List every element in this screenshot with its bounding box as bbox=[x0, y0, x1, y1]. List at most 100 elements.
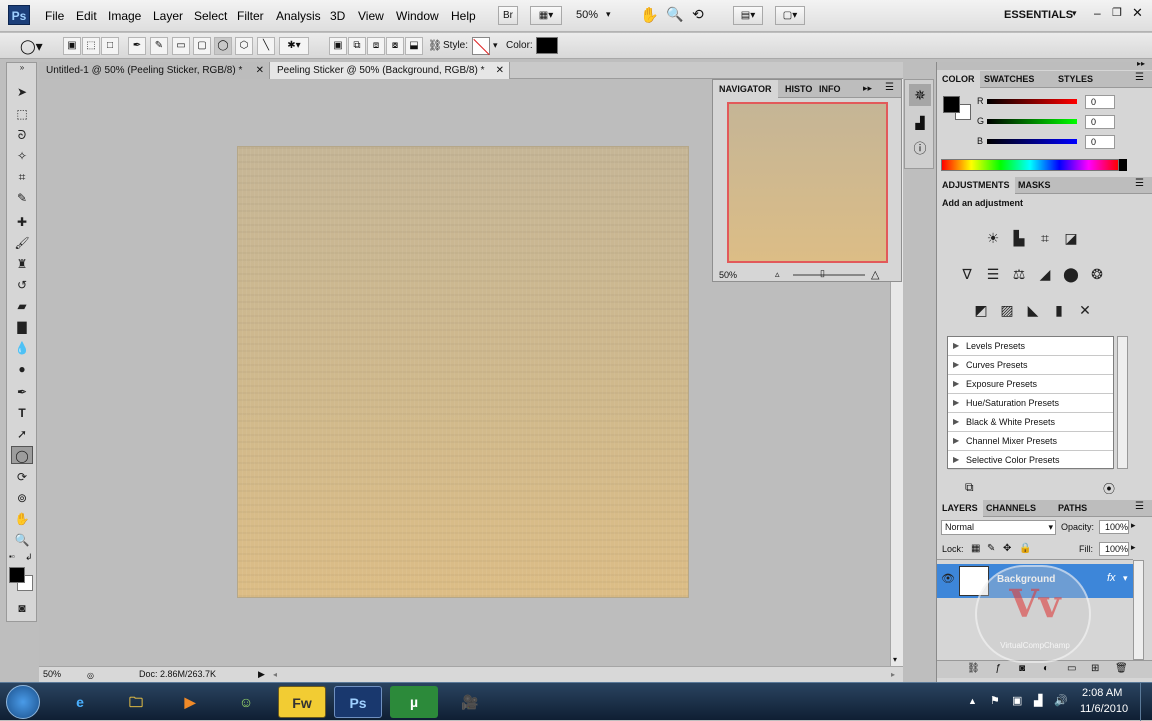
fill-pixels-button[interactable]: □ bbox=[101, 37, 119, 55]
lock-transparency-icon[interactable]: ▦ bbox=[971, 543, 980, 554]
quick-select-tool-icon[interactable]: ✧ bbox=[11, 147, 33, 165]
tray-expand-icon[interactable]: ▲ bbox=[968, 696, 977, 706]
tab-swatches[interactable]: SWATCHES bbox=[979, 71, 1039, 88]
tab-styles[interactable]: STYLES bbox=[1053, 71, 1098, 88]
pen-tool-icon[interactable]: ✒ bbox=[11, 383, 33, 401]
layer-visibility-eye-icon[interactable]: 👁 bbox=[941, 572, 955, 585]
brush-tool-icon[interactable]: 🖌 bbox=[11, 234, 33, 252]
lasso-tool-icon[interactable]: ᘐ bbox=[11, 126, 33, 144]
move-tool-icon[interactable]: ➤ bbox=[11, 83, 33, 101]
zoom-out-small-icon[interactable]: ▵ bbox=[775, 269, 780, 280]
rotate-3d-tool-icon[interactable]: ⟳ bbox=[11, 468, 33, 486]
scroll-down-icon[interactable]: ▾ bbox=[893, 655, 897, 664]
g-value[interactable]: 0 bbox=[1085, 115, 1115, 129]
tab-close-icon[interactable]: ✕ bbox=[256, 62, 264, 79]
ellipse-option-icon[interactable]: ◯ bbox=[214, 37, 232, 55]
threshold-icon[interactable]: ◣ bbox=[1023, 301, 1043, 319]
marquee-tool-icon[interactable]: ⬚ bbox=[11, 105, 33, 123]
quick-mask-icon[interactable]: ◙ bbox=[11, 599, 33, 617]
menu-filter[interactable]: Filter bbox=[237, 9, 264, 23]
gradient-map-icon[interactable]: ▮ bbox=[1049, 301, 1069, 319]
preset-black-white[interactable]: ▶ Black & White Presets bbox=[948, 413, 1113, 432]
fill-dropdown-icon[interactable]: ▸ bbox=[1131, 542, 1136, 553]
dock-collapse-icon[interactable]: ▸▸ bbox=[1137, 59, 1145, 68]
hscroll-left-icon[interactable]: ◂ bbox=[273, 667, 277, 682]
lock-position-icon[interactable]: ✥ bbox=[1003, 543, 1011, 554]
posterize-icon[interactable]: ▨ bbox=[997, 301, 1017, 319]
tray-monitor-icon[interactable]: ▣ bbox=[1012, 694, 1022, 707]
menu-view[interactable]: View bbox=[358, 9, 384, 23]
combine-option-2-icon[interactable]: ⧉ bbox=[348, 37, 366, 55]
clip-layer-icon[interactable]: ⦿ bbox=[1103, 480, 1115, 497]
photoshop-taskbar-icon[interactable]: Ps bbox=[334, 686, 382, 718]
tab-layers[interactable]: LAYERS bbox=[937, 500, 983, 517]
color-panel-menu-icon[interactable]: ☰ bbox=[1135, 72, 1144, 83]
screen-mode-button[interactable]: ▢▾ bbox=[775, 6, 805, 25]
presets-scrollbar[interactable] bbox=[1117, 336, 1128, 469]
messenger-taskbar-icon[interactable]: ☺ bbox=[222, 686, 270, 718]
zoom-icon[interactable]: 🔍 bbox=[666, 6, 683, 23]
blend-mode-select[interactable]: Normal ▾ bbox=[941, 520, 1056, 535]
lock-pixels-icon[interactable]: ✎ bbox=[987, 543, 995, 554]
path-select-tool-icon[interactable]: ➚ bbox=[11, 425, 33, 443]
spectrum-black-white[interactable] bbox=[1119, 159, 1127, 171]
photo-filter-icon[interactable]: ⬤ bbox=[1061, 265, 1081, 283]
dodge-tool-icon[interactable]: ● bbox=[11, 360, 33, 378]
menu-edit[interactable]: Edit bbox=[76, 9, 97, 23]
type-tool-icon[interactable]: T bbox=[11, 404, 33, 422]
preset-levels[interactable]: ▶ Levels Presets bbox=[948, 337, 1113, 356]
pen-option-icon[interactable]: ✒ bbox=[128, 37, 146, 55]
style-swatch[interactable] bbox=[472, 37, 490, 56]
utorrent-taskbar-icon[interactable]: µ bbox=[390, 686, 438, 718]
link-icon[interactable]: ⛓ bbox=[428, 39, 442, 52]
tab-masks[interactable]: MASKS bbox=[1013, 177, 1056, 194]
selective-color-icon[interactable]: ✕ bbox=[1075, 301, 1095, 319]
tab-channels[interactable]: CHANNELS bbox=[981, 500, 1041, 517]
b-value[interactable]: 0 bbox=[1085, 135, 1115, 149]
paths-button[interactable]: ⬚ bbox=[82, 37, 100, 55]
new-adjustment-icon[interactable]: ◐ bbox=[1043, 663, 1049, 674]
maximize-icon[interactable]: ❐ bbox=[1112, 6, 1122, 19]
hand-icon[interactable]: ✋ bbox=[640, 6, 659, 24]
show-desktop-button[interactable] bbox=[1140, 683, 1152, 721]
new-layer-icon[interactable]: ⊞ bbox=[1091, 663, 1099, 674]
foreground-color-swatch[interactable] bbox=[9, 567, 25, 583]
tray-flag-icon[interactable]: ⚑ bbox=[990, 694, 1000, 707]
tab-paths[interactable]: PATHS bbox=[1053, 500, 1092, 517]
photoshop-logo[interactable]: Ps bbox=[8, 5, 30, 25]
crop-tool-icon[interactable]: ⌗ bbox=[11, 168, 33, 186]
collapse-tools-icon[interactable]: » bbox=[11, 64, 33, 72]
status-info-icon[interactable]: ◎ bbox=[87, 668, 94, 683]
navigator-zoom-slider[interactable] bbox=[793, 274, 865, 276]
menu-file[interactable]: File bbox=[45, 9, 64, 23]
explorer-taskbar-icon[interactable]: 🗀 bbox=[112, 686, 160, 718]
rounded-rect-option-icon[interactable]: ▢ bbox=[193, 37, 211, 55]
preset-selective-color[interactable]: ▶ Selective Color Presets bbox=[948, 451, 1113, 470]
navigator-panel-icon[interactable]: ✵ bbox=[909, 84, 931, 106]
curves-icon[interactable]: ⌗ bbox=[1035, 229, 1055, 247]
orbit-3d-tool-icon[interactable]: ⊚ bbox=[11, 489, 33, 507]
start-button[interactable] bbox=[6, 685, 40, 719]
workspace-dropdown-icon[interactable]: ▾ bbox=[1072, 8, 1077, 19]
opacity-dropdown-icon[interactable]: ▸ bbox=[1131, 520, 1136, 531]
panel-menu-icon[interactable]: ☰ bbox=[885, 82, 894, 93]
hue-saturation-icon[interactable]: ☰ bbox=[983, 265, 1003, 283]
eyedropper-tool-icon[interactable]: ✎ bbox=[11, 189, 33, 207]
color-balance-icon[interactable]: ⚖ bbox=[1009, 265, 1029, 283]
layers-menu-icon[interactable]: ☰ bbox=[1135, 501, 1144, 512]
clone-stamp-tool-icon[interactable]: ♜ bbox=[11, 255, 33, 273]
zoom-level[interactable]: 50% bbox=[576, 9, 598, 21]
layer-fx-expand-icon[interactable]: ▾ bbox=[1123, 573, 1128, 584]
ellipse-tool-icon[interactable]: ◯ bbox=[11, 446, 33, 464]
swap-colors-icon[interactable]: ↲ bbox=[25, 552, 33, 563]
tab-info[interactable]: INFO bbox=[813, 80, 847, 98]
combine-option-4-icon[interactable]: ⧇ bbox=[386, 37, 404, 55]
gradient-tool-icon[interactable]: ▇ bbox=[11, 318, 33, 336]
status-zoom[interactable]: 50% bbox=[43, 667, 61, 682]
tab-untitled-1[interactable]: Untitled-1 @ 50% (Peeling Sticker, RGB/8… bbox=[39, 62, 270, 79]
menu-help[interactable]: Help bbox=[451, 9, 476, 23]
levels-icon[interactable]: ▙ bbox=[1009, 229, 1029, 247]
zoom-dropdown-icon[interactable]: ▾ bbox=[606, 9, 611, 20]
rectangle-option-icon[interactable]: ▭ bbox=[172, 37, 190, 55]
polygon-option-icon[interactable]: ⬡ bbox=[235, 37, 253, 55]
